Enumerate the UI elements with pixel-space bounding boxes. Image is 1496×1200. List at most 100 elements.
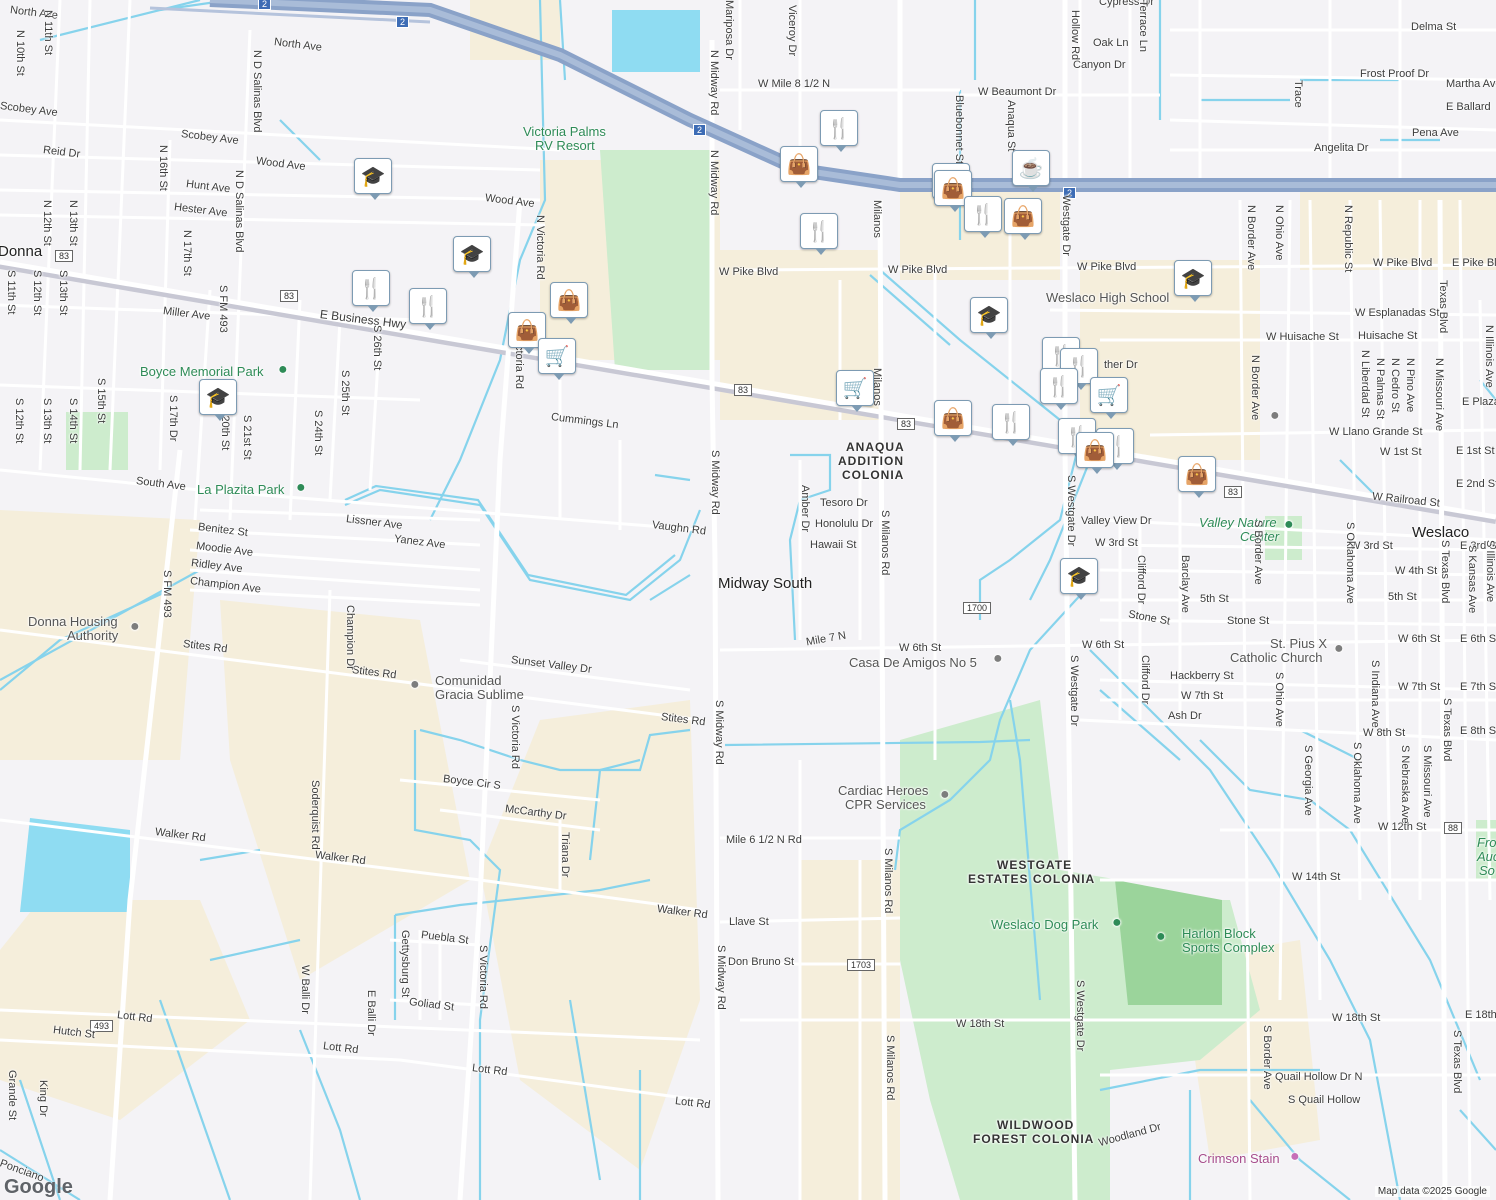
restaurant-pin[interactable]: 🍴 xyxy=(352,270,390,312)
poi-label-fro-3[interactable]: So xyxy=(1479,864,1495,877)
route-shield: 88 xyxy=(1444,822,1463,834)
poi-label-st-pius-1[interactable]: St. Pius X xyxy=(1270,637,1327,650)
street-label: Huisache St xyxy=(1358,330,1418,342)
street-label: W Balli Dr xyxy=(299,965,311,1014)
school-pin[interactable]: 🎓 xyxy=(354,158,392,200)
building-icon[interactable]: ● xyxy=(940,787,950,803)
grocery-pin[interactable]: 🛒 xyxy=(1090,377,1128,419)
poi-label-fro-1[interactable]: Fro xyxy=(1477,836,1496,849)
street-label: S Texas Blvd xyxy=(1439,540,1451,604)
place-label-weslaco: Weslaco xyxy=(1412,524,1470,541)
poi-label-donna-housing-2[interactable]: Authority xyxy=(67,629,118,642)
street-label: S Texas Blvd xyxy=(1441,698,1453,762)
shopping-pin[interactable]: 👜 xyxy=(1076,432,1114,474)
grocery-pin[interactable]: 🛒 xyxy=(836,370,874,412)
shopping-pin[interactable]: 👜 xyxy=(934,400,972,442)
street-label: S Georgia Ave xyxy=(1302,745,1314,816)
street-label: W 18th St xyxy=(956,1018,1005,1030)
park-icon[interactable]: ● xyxy=(296,480,306,496)
cafe-pin[interactable]: ☕ xyxy=(1012,150,1050,192)
street-label: W 8th St xyxy=(1363,727,1406,739)
street-label: Terrace Ln xyxy=(1137,0,1149,52)
school-pin[interactable]: 🎓 xyxy=(453,236,491,278)
poi-label-victoria-palms-2[interactable]: RV Resort xyxy=(535,139,595,152)
poi-label-gracia-2[interactable]: Gracia Sublime xyxy=(435,688,524,701)
street-label: S Midway Rd xyxy=(709,450,721,515)
street-label: S Milanos Rd xyxy=(882,848,894,914)
park-icon[interactable]: ● xyxy=(1112,915,1122,931)
poi-label-la-plazita[interactable]: La Plazita Park xyxy=(197,483,284,496)
restaurant-pin[interactable]: 🍴 xyxy=(820,110,858,152)
restaurant-pin[interactable]: 🍴 xyxy=(409,288,447,330)
poi-label-casa-de-amigos[interactable]: Casa De Amigos No 5 xyxy=(849,656,977,669)
shopping-pin[interactable]: 👜 xyxy=(780,146,818,188)
shopping-bag-icon: 👜 xyxy=(1010,205,1036,228)
area-label-wildwood-2: FOREST COLONIA xyxy=(973,1132,1095,1146)
shopping-pin[interactable]: 👜 xyxy=(1178,456,1216,498)
sports-icon[interactable]: ● xyxy=(1156,929,1166,945)
shopping-pin[interactable]: 👜 xyxy=(1004,198,1042,240)
poi-label-dog-park[interactable]: Weslaco Dog Park xyxy=(991,918,1098,931)
shopping-bag-icon: 👜 xyxy=(1082,439,1108,462)
street-label: S Missouri Ave xyxy=(1421,745,1433,818)
street-label: N Cedro St xyxy=(1389,358,1401,413)
church-icon[interactable]: ● xyxy=(1334,641,1344,657)
school-pin[interactable]: 🎓 xyxy=(1060,558,1098,600)
building-icon[interactable]: ● xyxy=(1270,408,1280,424)
restaurant-pin[interactable]: 🍴 xyxy=(992,404,1030,446)
building-icon[interactable]: ● xyxy=(993,651,1003,667)
poi-label-cardiac-2[interactable]: CPR Services xyxy=(845,798,926,811)
route-shield: 1700 xyxy=(963,602,992,614)
street-label: Mile 6 1/2 N Rd xyxy=(726,834,802,846)
street-label: S Illinois Ave xyxy=(1484,540,1496,603)
route-shield: 1703 xyxy=(847,959,876,971)
restaurant-pin[interactable]: 🍴 xyxy=(800,213,838,255)
street-label: E Pike Blvd xyxy=(1452,257,1496,269)
street-label: N Victoria Rd xyxy=(534,215,546,280)
restaurant-icon: 🍴 xyxy=(1046,375,1072,398)
poi-label-victoria-palms-1[interactable]: Victoria Palms xyxy=(523,125,606,138)
place-label-donna: Donna xyxy=(0,243,43,260)
poi-label-weslaco-high[interactable]: Weslaco High School xyxy=(1046,291,1169,304)
poi-label-fro-2[interactable]: Auc xyxy=(1477,850,1496,863)
school-pin[interactable]: 🎓 xyxy=(199,379,237,421)
street-label: E 8th St xyxy=(1460,725,1496,737)
poi-label-boyce-park[interactable]: Boyce Memorial Park xyxy=(140,365,264,378)
street-label: W 6th St xyxy=(1082,639,1125,651)
poi-label-harlon-2[interactable]: Sports Complex xyxy=(1182,941,1274,954)
street-label: N Midway Rd xyxy=(708,150,720,216)
poi-label-valley-nature-1[interactable]: Valley Nature xyxy=(1199,516,1277,529)
poi-label-donna-housing-1[interactable]: Donna Housing xyxy=(28,615,118,628)
street-label: E 2nd St xyxy=(1456,478,1496,490)
restaurant-pin[interactable]: 🍴 xyxy=(1040,368,1078,410)
shopping-bag-icon: 👜 xyxy=(556,289,582,312)
park-icon[interactable]: ● xyxy=(1284,517,1294,533)
poi-label-gracia-1[interactable]: Comunidad xyxy=(435,674,502,687)
street-label: S Midway Rd xyxy=(713,700,725,765)
church-icon[interactable]: ● xyxy=(410,677,420,693)
grocery-pin[interactable]: 🛒 xyxy=(538,338,576,380)
street-label: S 24th St xyxy=(312,410,324,456)
street-label: N 12th St xyxy=(41,200,53,246)
civic-building-icon[interactable]: ● xyxy=(130,619,140,635)
poi-label-crimson-stain[interactable]: Crimson Stain xyxy=(1198,1152,1280,1165)
shopping-pin[interactable]: 👜 xyxy=(550,282,588,324)
school-icon: 🎓 xyxy=(360,165,386,188)
poi-label-cardiac-1[interactable]: Cardiac Heroes xyxy=(838,784,928,797)
coffee-cup-icon: ☕ xyxy=(1018,157,1044,180)
street-label: Llave St xyxy=(729,916,769,928)
street-label: Frost Proof Dr xyxy=(1360,68,1430,80)
school-pin[interactable]: 🎓 xyxy=(970,297,1008,339)
poi-label-st-pius-2[interactable]: Catholic Church xyxy=(1230,651,1323,664)
map-canvas[interactable]: Midway South Weslaco Donna ANAQUA ADDITI… xyxy=(0,0,1496,1200)
shop-icon[interactable]: ● xyxy=(1290,1149,1300,1165)
street-label: W 3rd St xyxy=(1350,540,1393,552)
park-icon[interactable]: ● xyxy=(278,362,288,378)
street-label: E 18th xyxy=(1465,1009,1496,1021)
poi-label-harlon-1[interactable]: Harlon Block xyxy=(1182,927,1256,940)
area-label-anaqua-3: COLONIA xyxy=(842,468,905,482)
street-label: Hollow Rd xyxy=(1069,10,1081,61)
restaurant-pin[interactable]: 🍴 xyxy=(964,196,1002,238)
street-label: S Westgate Dr xyxy=(1074,980,1086,1052)
school-pin[interactable]: 🎓 xyxy=(1174,260,1212,302)
